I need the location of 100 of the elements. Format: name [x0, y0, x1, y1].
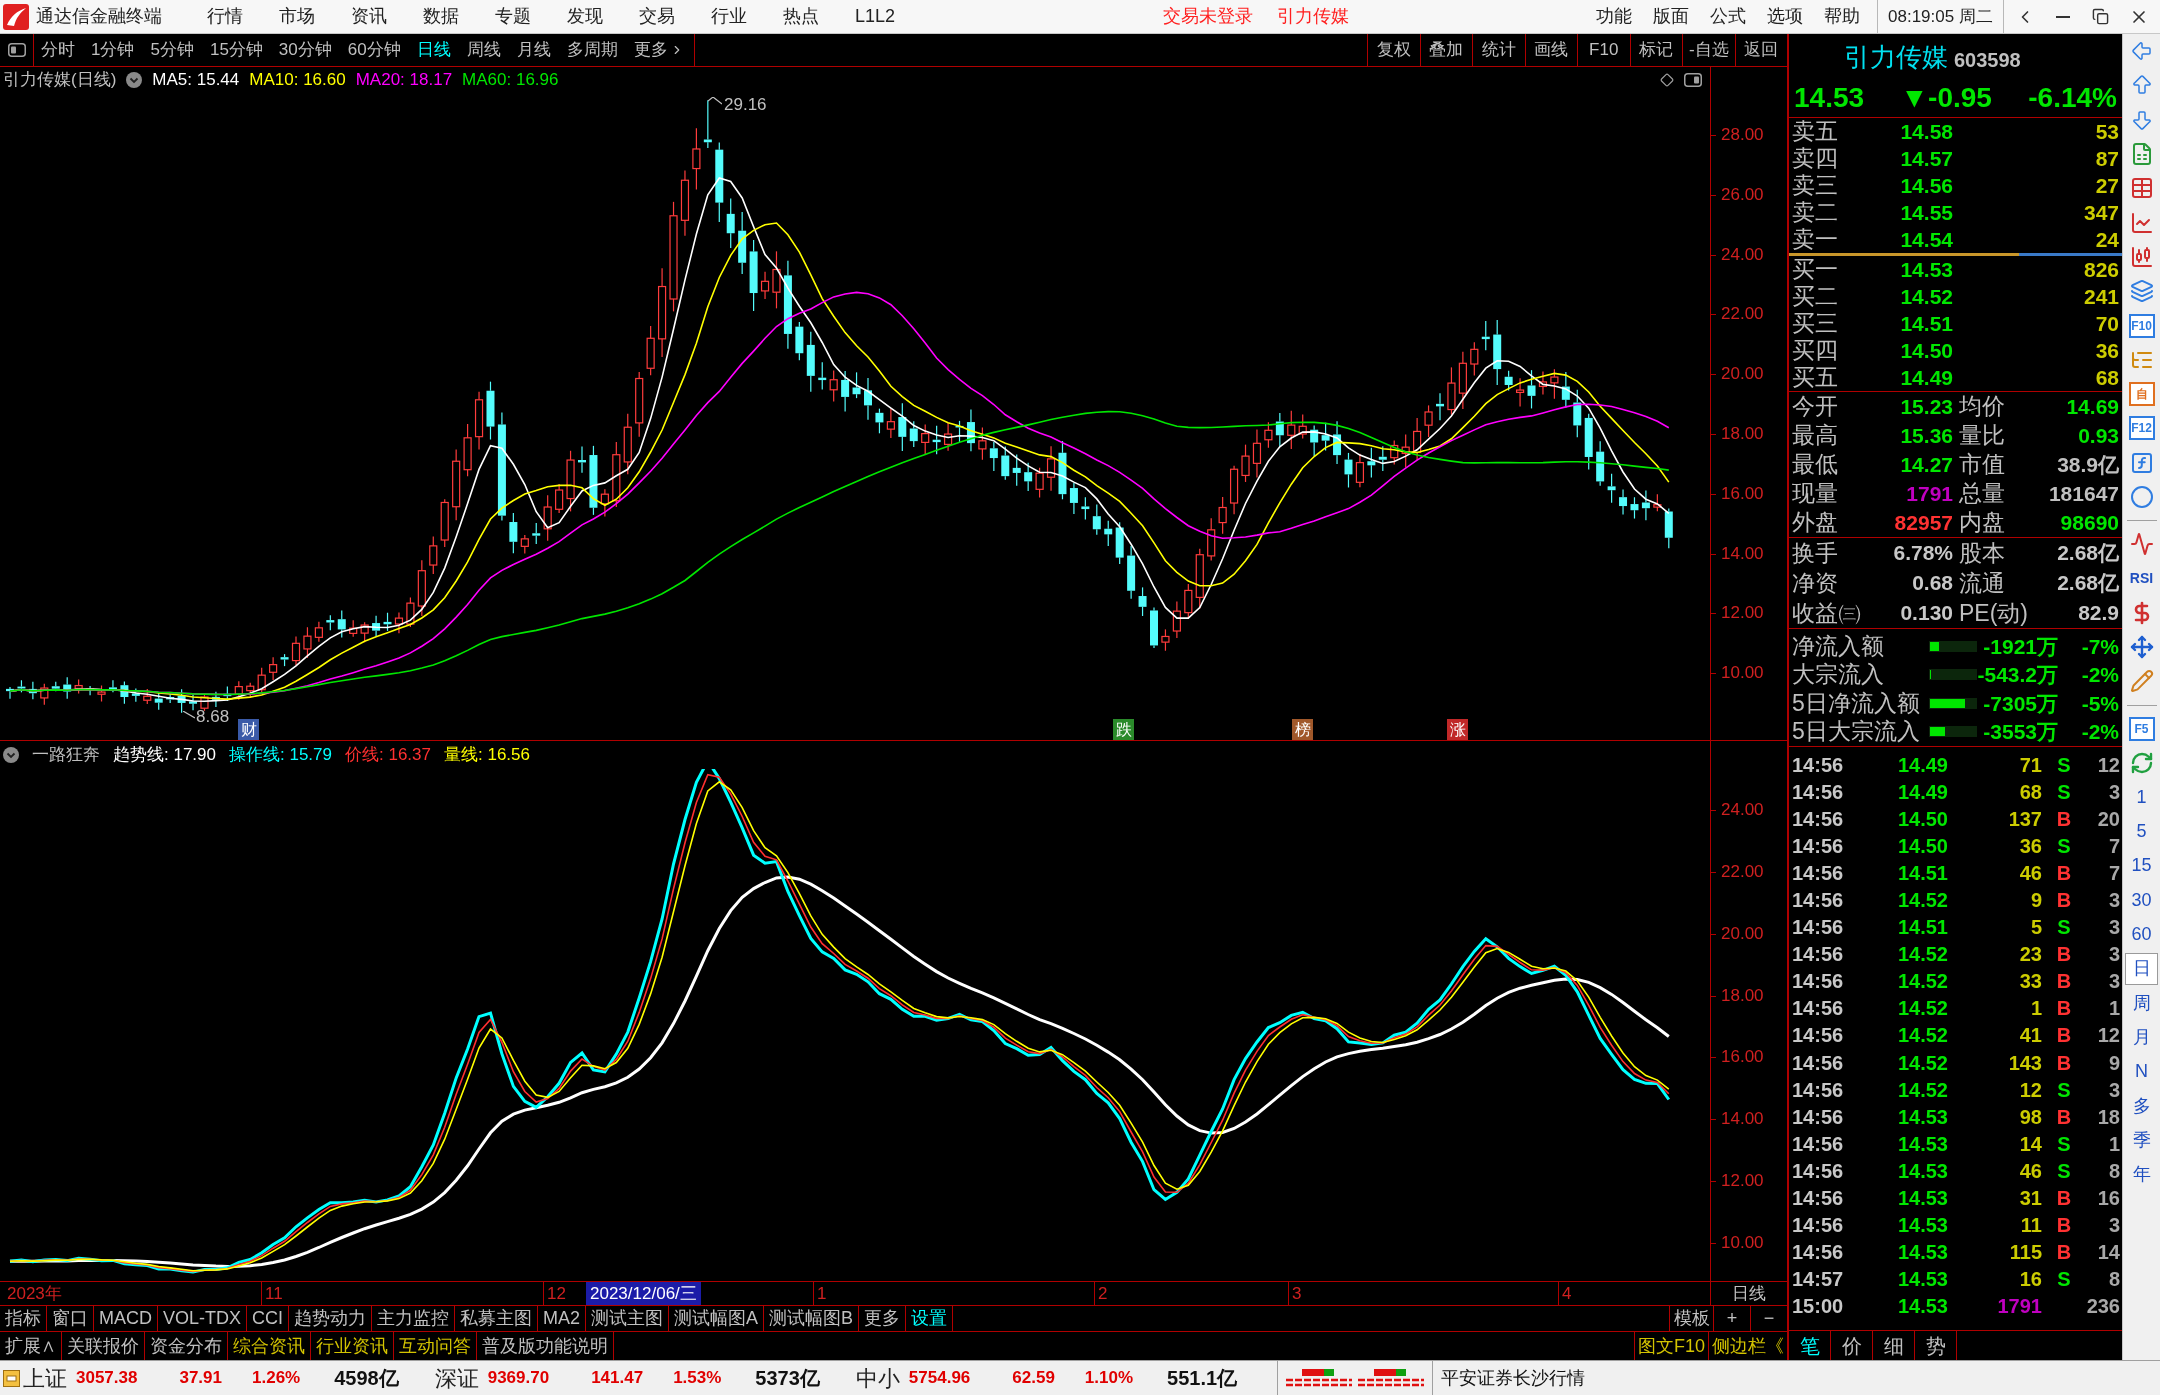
shortcut-button[interactable]: F10	[2128, 313, 2155, 338]
toolbar-button[interactable]: 画线	[1524, 34, 1577, 66]
period-button[interactable]: 15	[2125, 849, 2158, 882]
period-tab[interactable]: 多周期	[566, 37, 618, 63]
circle-icon[interactable]	[2129, 485, 2154, 509]
flow-value: -1921万	[1982, 633, 2058, 660]
indicator-tab[interactable]: 趋势动力	[289, 1306, 372, 1331]
stat-value: 14.69	[2065, 393, 2120, 420]
indicator-tab[interactable]: 窗口	[47, 1306, 94, 1331]
period-button[interactable]: N	[2125, 1055, 2158, 1088]
trade-time: 14:56	[1792, 888, 1845, 913]
menu-item[interactable]: 专题	[495, 3, 531, 30]
period-tab[interactable]: 月线	[516, 37, 551, 63]
indicator-tab[interactable]: MACD	[94, 1306, 158, 1331]
event-tag: 跌	[1113, 719, 1134, 740]
leader-line	[708, 97, 722, 105]
indicator-tab[interactable]: 测试主图	[586, 1306, 670, 1331]
indicator-tab[interactable]: 设置	[906, 1306, 954, 1331]
candlestick-icon[interactable]	[2129, 244, 2154, 269]
period-tab[interactable]: 日线	[416, 37, 451, 63]
pencil-icon[interactable]	[2129, 669, 2154, 694]
period-button[interactable]: 60	[2125, 918, 2158, 951]
period-button[interactable]: 多	[2125, 1090, 2158, 1123]
toolbar-button[interactable]: 标记	[1629, 34, 1682, 66]
trade-price: 14.52	[1896, 1050, 1948, 1076]
chevron-down-icon[interactable]	[126, 72, 143, 88]
menu-item[interactable]: 资讯	[351, 3, 387, 30]
indicator-tab[interactable]: 更多	[859, 1306, 907, 1331]
layers-icon[interactable]	[2129, 279, 2154, 304]
more-button[interactable]: 更多	[633, 37, 684, 63]
stat-label: 市值	[1959, 453, 2006, 476]
shortcut-button[interactable]: F12	[2128, 416, 2155, 441]
line-chart-icon[interactable]	[2129, 210, 2154, 235]
notice-link[interactable]: 交易未登录	[1163, 3, 1253, 30]
menu-item[interactable]: 数据	[423, 3, 459, 30]
diamond-icon[interactable]	[1660, 73, 1674, 87]
square-icon[interactable]	[3, 1369, 20, 1387]
trade-side: S	[2057, 1131, 2071, 1157]
menu-item[interactable]: 热点	[783, 3, 819, 30]
menu-item[interactable]: 发现	[567, 3, 603, 30]
indicator-tab[interactable]: 指标	[0, 1306, 47, 1331]
move-icon[interactable]	[2129, 635, 2154, 660]
toolbar-button[interactable]: 统计	[1472, 34, 1525, 66]
chart-title: 引力传媒(日线)	[3, 69, 117, 92]
chevron-down-icon[interactable]	[3, 747, 19, 763]
toolbar-button[interactable]: 复权	[1367, 34, 1420, 66]
indicator-value: 趋势线: 17.90	[113, 744, 216, 767]
period-tab[interactable]: 分时	[41, 37, 75, 63]
table-icon[interactable]	[2129, 176, 2154, 201]
period-tab[interactable]: 5分钟	[150, 37, 194, 63]
notice-link[interactable]: 引力传媒	[1277, 3, 1349, 30]
panel-toggle-icon[interactable]	[1684, 73, 1702, 87]
menu-item[interactable]: 功能	[1596, 3, 1632, 30]
menu-item[interactable]: 版面	[1653, 3, 1689, 30]
period-button[interactable]: 周	[2125, 987, 2158, 1020]
indicator-tab[interactable]: 测试幅图A	[669, 1306, 765, 1331]
period-tab[interactable]: 60分钟	[347, 37, 401, 63]
menu-item[interactable]: 市场	[279, 3, 315, 30]
menu-item[interactable]: L1L2	[855, 3, 896, 30]
toolbar-button[interactable]: -自选	[1682, 34, 1735, 66]
template-button[interactable]: +	[1713, 1306, 1750, 1331]
menu-item[interactable]: 选项	[1767, 3, 1803, 30]
index-name: 深证	[434, 1364, 479, 1393]
period-tab[interactable]: 30分钟	[278, 37, 332, 63]
indicator-button[interactable]: RSI	[2129, 568, 2154, 590]
toolbar-button[interactable]: F10	[1577, 34, 1630, 66]
period-button[interactable]: 年	[2125, 1158, 2158, 1191]
toolbar-button[interactable]: 叠加	[1419, 34, 1472, 66]
period-button[interactable]: 季	[2125, 1124, 2158, 1157]
period-button[interactable]: 5	[2125, 815, 2158, 848]
template-button[interactable]: 模板	[1669, 1306, 1713, 1331]
period-tab[interactable]: 15分钟	[209, 37, 263, 63]
period-button[interactable]: 月	[2125, 1021, 2158, 1054]
menu-item[interactable]: 行业	[711, 3, 747, 30]
shortcut-button[interactable]: F5	[2128, 716, 2155, 741]
menu-item[interactable]: 行情	[207, 3, 243, 30]
menu-item[interactable]: 公式	[1710, 3, 1746, 30]
order-price: 14.54	[1899, 226, 1953, 253]
period-button[interactable]: 30	[2125, 884, 2158, 917]
refresh-icon[interactable]	[2129, 751, 2154, 776]
indicator-tab[interactable]: CCI	[247, 1306, 289, 1331]
menu-item[interactable]: 交易	[639, 3, 675, 30]
indicator-tab[interactable]: VOL-TDX	[158, 1306, 247, 1331]
trade-time: 14:56	[1792, 1023, 1845, 1049]
indicator-tab[interactable]: MA2	[538, 1306, 587, 1331]
panel-toggle-icon[interactable]	[7, 43, 26, 57]
function-icon[interactable]	[2129, 450, 2154, 475]
menu-item[interactable]: 帮助	[1824, 3, 1860, 30]
trade-price: 14.52	[1896, 1077, 1948, 1103]
flow-percent: -2%	[2080, 719, 2120, 745]
indicator-tab[interactable]: 私募主图	[455, 1306, 538, 1331]
indicator-tab[interactable]: 测试幅图B	[764, 1306, 860, 1331]
period-button[interactable]: 1	[2125, 781, 2158, 814]
wave-icon[interactable]	[2129, 532, 2154, 557]
indicator-tab[interactable]: 主力监控	[372, 1306, 455, 1331]
period-tab[interactable]: 1分钟	[91, 37, 135, 63]
trade-time: 14:57	[1792, 1267, 1845, 1293]
trade-count: 18	[2096, 1104, 2121, 1130]
period-button[interactable]: 日	[2125, 952, 2158, 985]
period-tab[interactable]: 周线	[466, 37, 501, 63]
